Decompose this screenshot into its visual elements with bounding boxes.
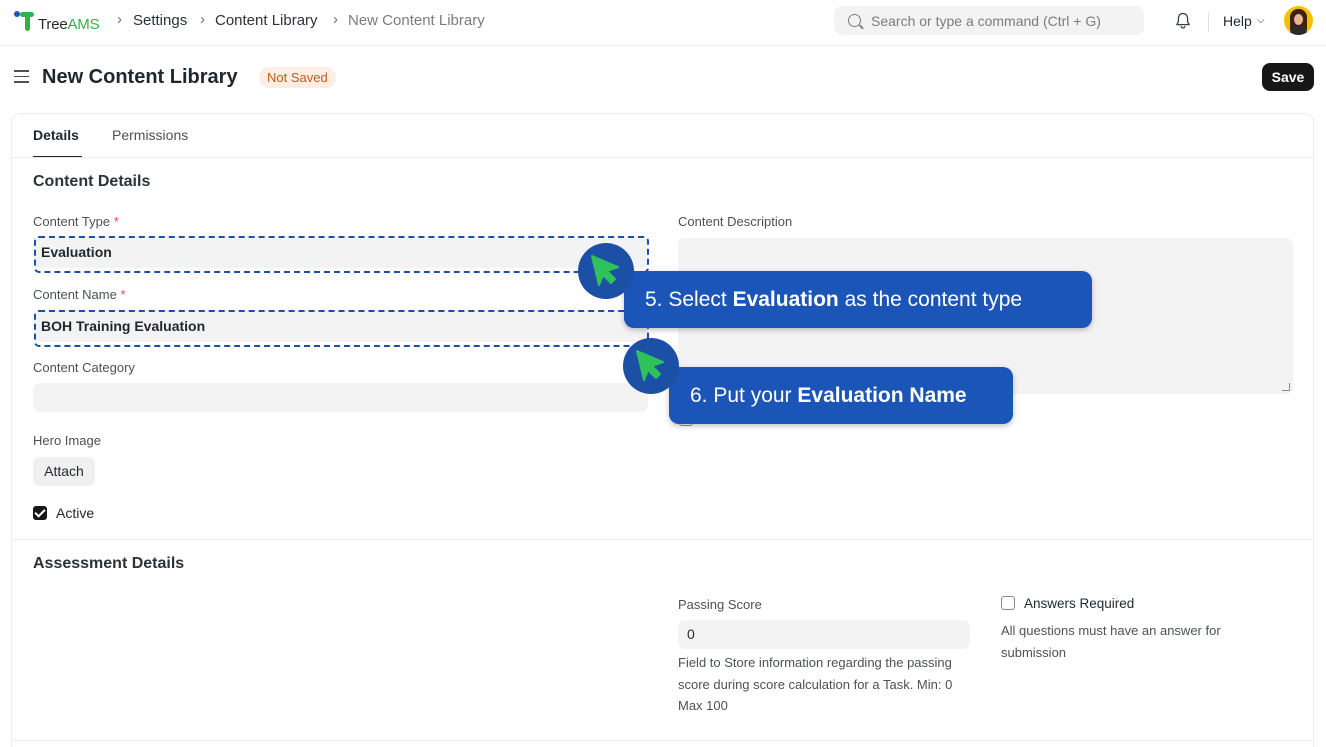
step5-callout: 5. Select Evaluation as the content type <box>624 271 1092 328</box>
hamburger-menu-icon[interactable] <box>14 70 29 83</box>
answers-required-help: All questions must have an answer for su… <box>1001 623 1221 660</box>
content-category-label: Content Category <box>33 360 135 375</box>
help-menu[interactable]: Help <box>1223 13 1252 29</box>
tab-divider <box>12 157 1313 158</box>
content-name-highlight <box>34 310 649 347</box>
passing-score-help: Field to Store information regarding the… <box>678 655 953 713</box>
content-name-label: Content Name * <box>33 287 126 302</box>
nav-divider <box>1208 12 1209 32</box>
breadcrumb-current[interactable]: New Content Library <box>348 12 485 29</box>
chevron-right-icon: › <box>333 11 338 28</box>
chevron-down-icon[interactable]: ⌵ <box>1257 15 1265 26</box>
step6-callout: 6. Put your Evaluation Name <box>669 367 1013 424</box>
content-description-label: Content Description <box>678 214 793 229</box>
chevron-right-icon: › <box>200 11 205 28</box>
passing-score-field[interactable]: 0 <box>678 620 970 649</box>
breadcrumb-settings[interactable]: Settings <box>133 12 187 29</box>
section-title-content-details: Content Details <box>33 173 151 190</box>
passing-score-label: Passing Score <box>678 597 762 612</box>
chevron-right-icon: › <box>117 11 122 28</box>
tab-details[interactable]: Details <box>33 127 79 143</box>
section-divider <box>12 539 1313 540</box>
content-type-label: Content Type * <box>33 214 119 229</box>
breadcrumb-content-library[interactable]: Content Library <box>215 12 318 29</box>
answers-required-label: Answers Required <box>1024 596 1135 611</box>
content-type-highlight <box>34 236 649 273</box>
save-button[interactable]: Save <box>1262 63 1314 91</box>
avatar[interactable] <box>1284 6 1313 35</box>
search-bar[interactable]: Search or type a command (Ctrl + G) <box>834 6 1144 35</box>
content-category-field[interactable] <box>33 383 648 412</box>
tree-logo-icon <box>14 10 36 32</box>
status-badge: Not Saved <box>259 67 336 88</box>
hero-image-label: Hero Image <box>33 433 101 448</box>
cursor-pointer-icon <box>578 243 634 299</box>
search-icon <box>848 14 861 27</box>
treeams-logo[interactable]: TreeAMS <box>14 8 100 34</box>
resize-handle-icon[interactable] <box>1282 383 1290 391</box>
bell-icon[interactable] <box>1175 12 1191 30</box>
navbar: TreeAMS › Settings › Content Library › N… <box>0 0 1326 46</box>
tab-permissions[interactable]: Permissions <box>112 127 188 143</box>
section-title-assessment-details: Assessment Details <box>33 555 185 572</box>
active-checkbox[interactable] <box>33 506 47 520</box>
section-divider <box>12 740 1313 741</box>
logo-text: TreeAMS <box>38 15 100 33</box>
attach-button[interactable]: Attach <box>33 457 95 486</box>
active-label: Active <box>56 505 95 521</box>
page-title: New Content Library <box>42 66 238 88</box>
cursor-pointer-icon <box>623 338 679 394</box>
answers-required-checkbox[interactable] <box>1001 596 1015 610</box>
search-placeholder: Search or type a command (Ctrl + G) <box>871 12 1101 29</box>
